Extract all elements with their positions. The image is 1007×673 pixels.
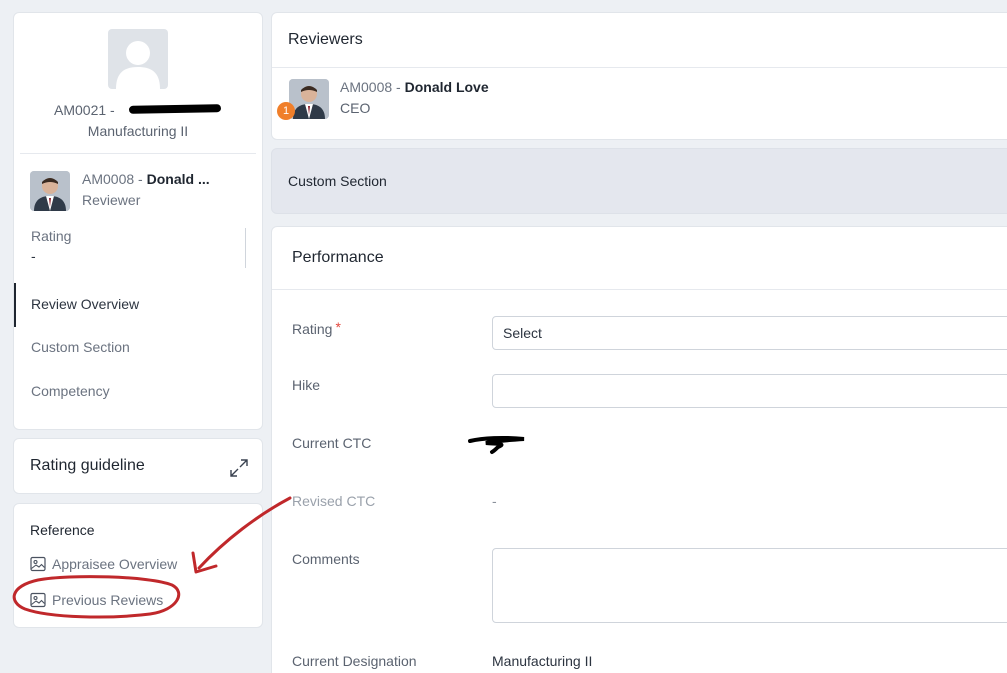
reviewer-avatar bbox=[30, 171, 70, 211]
performance-card: Performance Rating * Select Hike Current … bbox=[271, 226, 1007, 673]
profile-card: AM0021 - Manufacturing II AM0008 - Donal… bbox=[13, 12, 263, 430]
divider bbox=[272, 67, 1007, 68]
rating-guideline-title: Rating guideline bbox=[30, 457, 145, 474]
rating-value: - bbox=[31, 248, 36, 264]
redaction-mark bbox=[128, 104, 222, 114]
custom-section-title: Custom Section bbox=[288, 173, 387, 189]
reviewer-avatar bbox=[289, 79, 329, 119]
nav-item-custom-section[interactable]: Custom Section bbox=[31, 339, 130, 355]
reviewer-id: AM0008 bbox=[340, 79, 393, 95]
reference-previous-reviews[interactable]: Previous Reviews bbox=[30, 592, 163, 608]
reviewer-role: CEO bbox=[340, 100, 371, 116]
rating-select[interactable]: Select bbox=[492, 316, 1007, 350]
hike-label: Hike bbox=[292, 377, 321, 393]
rating-guideline-card[interactable]: Rating guideline bbox=[13, 438, 263, 494]
revised-ctc-value: - bbox=[492, 493, 497, 509]
comments-label: Comments bbox=[292, 551, 360, 567]
reviewer-separator: - bbox=[134, 171, 147, 187]
hike-input[interactable] bbox=[492, 374, 1007, 408]
nav-active-indicator bbox=[14, 283, 16, 327]
rating-field-label: Rating * bbox=[292, 319, 341, 337]
reviewer-separator: - bbox=[392, 79, 405, 95]
divider bbox=[272, 289, 1007, 290]
employee-id-text: AM0021 - bbox=[54, 102, 115, 118]
expand-icon[interactable] bbox=[230, 459, 248, 477]
employee-department: Manufacturing II bbox=[87, 123, 189, 139]
current-designation-label: Current Designation bbox=[292, 653, 417, 669]
required-mark: * bbox=[335, 319, 341, 335]
custom-section-card[interactable]: Custom Section bbox=[271, 148, 1007, 214]
reference-card: Reference Appraisee Overview Previous Re… bbox=[13, 503, 263, 628]
user-placeholder-icon bbox=[116, 41, 160, 89]
reviewer-id-name: AM0008 - Donald ... bbox=[82, 171, 210, 187]
reference-item-label: Previous Reviews bbox=[52, 592, 164, 608]
rating-label-text: Rating bbox=[292, 321, 333, 337]
current-ctc-label: Current CTC bbox=[292, 435, 372, 451]
reviewer-role: Reviewer bbox=[82, 192, 141, 208]
image-icon bbox=[30, 592, 46, 608]
reviewer-id: AM0008 bbox=[82, 171, 135, 187]
reviewers-title: Reviewers bbox=[288, 31, 363, 48]
nav-item-competency[interactable]: Competency bbox=[31, 383, 110, 399]
rating-label: Rating bbox=[31, 228, 72, 244]
performance-title: Performance bbox=[292, 249, 384, 266]
reviewer-order-badge: 1 bbox=[277, 102, 295, 120]
comments-textarea[interactable] bbox=[492, 548, 1007, 623]
person-photo-icon bbox=[289, 79, 329, 119]
nav-item-review-overview[interactable]: Review Overview bbox=[31, 296, 139, 312]
divider bbox=[20, 153, 256, 154]
reviewers-card: Reviewers 1 AM0008 - Donald Love CEO bbox=[271, 12, 1007, 140]
current-designation-value: Manufacturing II bbox=[492, 653, 593, 669]
reference-item-label: Appraisee Overview bbox=[52, 556, 178, 572]
person-photo-icon bbox=[30, 171, 70, 211]
vertical-divider bbox=[245, 228, 246, 268]
employee-avatar bbox=[108, 29, 168, 89]
image-icon bbox=[30, 556, 46, 572]
reviewer-id-name: AM0008 - Donald Love bbox=[340, 79, 489, 95]
reviewer-name: Donald Love bbox=[404, 79, 489, 95]
revised-ctc-label: Revised CTC bbox=[292, 493, 376, 509]
employee-id: AM0021 - bbox=[54, 102, 254, 118]
redaction-scribble bbox=[468, 435, 525, 454]
reference-title: Reference bbox=[30, 522, 95, 538]
reference-appraisee-overview[interactable]: Appraisee Overview bbox=[30, 556, 177, 572]
reviewer-name: Donald ... bbox=[146, 171, 210, 187]
